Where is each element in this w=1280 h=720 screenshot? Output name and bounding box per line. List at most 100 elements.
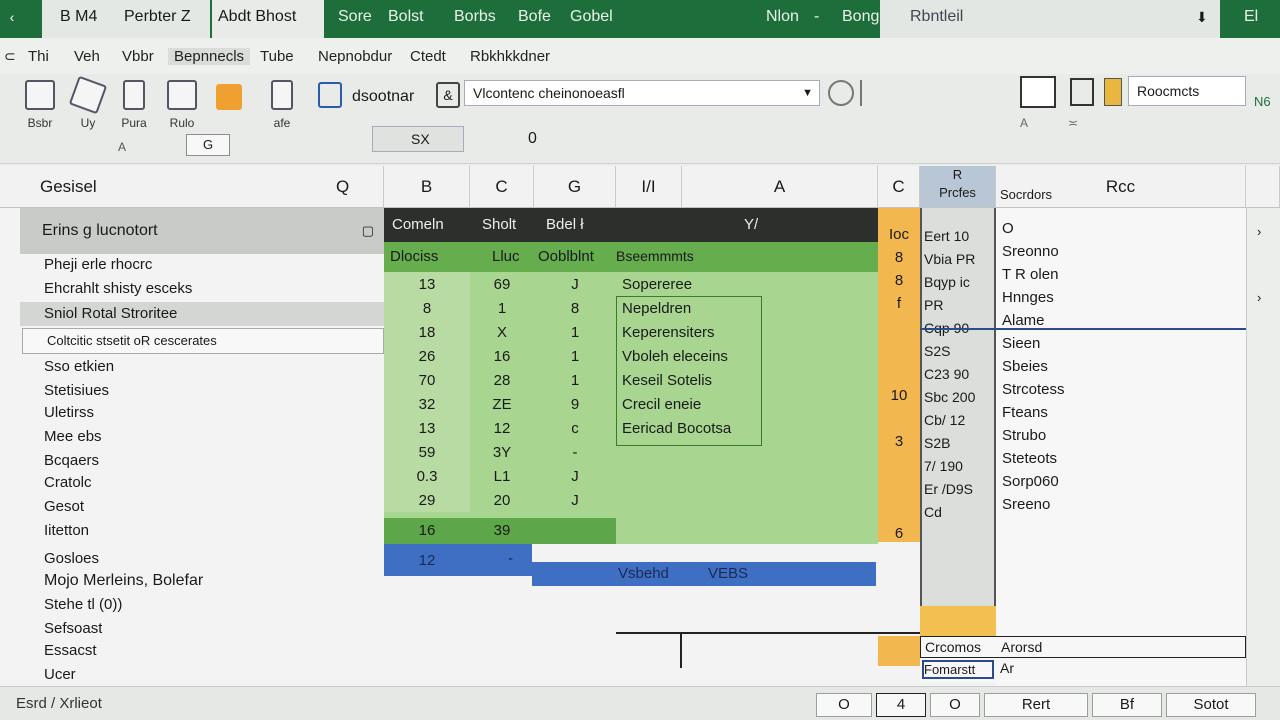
mid-cell-0[interactable]: Eert 10 [924,228,994,244]
title-item-sore[interactable]: Sore [338,0,372,38]
right-cell-11[interactable]: Sorp060 [1002,473,1242,490]
data-cell-r5-c0[interactable]: 32 [384,396,470,413]
data-cell-r6-c0[interactable]: 13 [384,420,470,437]
data-cell-r8-c1[interactable]: L1 [470,468,534,485]
menu-icon[interactable]: ⊂ [4,48,16,65]
data-cell-r2-c0[interactable]: 18 [384,324,470,341]
row-label-6[interactable]: Stetisiues [44,382,109,399]
header-cell-0[interactable]: Comeln [392,216,444,233]
mid-cell-8[interactable]: Cb/ 12 [924,412,994,428]
row-label-15[interactable]: Stehe tl (0)) [44,596,122,613]
status-btn-0[interactable]: O [816,693,872,717]
total-cell-0[interactable]: 16 [384,522,470,539]
mid-cell-3[interactable]: PR [924,297,994,313]
data-cell-r6-c2[interactable]: c [534,420,616,437]
mid-cell-11[interactable]: Er /D9S [924,481,994,497]
tool-paint[interactable]: Uy [68,75,108,130]
yellow-tag-icon[interactable] [1104,78,1122,106]
row-label-12[interactable]: Iitetton [44,522,89,539]
subheader-cell-3[interactable]: Bseemmmts [616,248,694,264]
title-item-nlon[interactable]: Nlon [766,0,799,38]
row-label-13[interactable]: Gosloes [44,550,99,567]
data-cell-r9-c1[interactable]: 20 [470,492,534,509]
menu-item-rbkhkkdner[interactable]: Rbkhkkdner [470,48,550,65]
back-arrow-icon[interactable]: ‹ [0,0,24,38]
row-label-3[interactable]: Sniol Rotal Stroritee [20,302,384,326]
col-header-c[interactable]: C [470,166,534,208]
status-btn-2[interactable]: O [930,693,980,717]
right-field[interactable]: Roocmcts [1128,76,1246,106]
tool-page[interactable]: Pura [116,80,152,130]
row-label-7[interactable]: Uletirss [44,404,94,421]
title-item-bofe[interactable]: Bofe [518,0,551,38]
menu-item-nepnobdur[interactable]: Nepnobdur [318,48,392,65]
data-cell-r0-c1[interactable]: 69 [470,276,534,293]
data-cell-r8-c0[interactable]: 0.3 [384,468,470,485]
title-item-bolst[interactable]: Bolst [388,0,424,38]
total-cell-1[interactable]: 39 [470,522,534,539]
mid-cell-5[interactable]: S2S [924,343,994,359]
data-cell-r4-c2[interactable]: 1 [534,372,616,389]
col-header-rcc[interactable]: Socrdors Rcc [996,166,1246,208]
orange-cell-2[interactable]: 8 [878,272,920,289]
right-cell-2[interactable]: T R olen [1002,266,1242,283]
row-label-9[interactable]: Bcqaers [44,452,99,469]
file-tab[interactable]: B M4 Perbter Z [42,0,210,38]
doc-tab[interactable]: Abdt Bhost [212,0,324,38]
row-label-14[interactable]: Mojo Merleins, Bolefar [44,572,203,590]
row-label-10[interactable]: Cratolc [44,474,92,491]
tool-table[interactable]: Rulo [162,80,202,130]
orange-cell-7[interactable]: 10 [878,387,920,404]
menu-item-veh[interactable]: Veh [74,48,100,65]
title-item-borbs[interactable]: Borbs [454,0,496,38]
status-btn-5[interactable]: Sotot [1166,693,1256,717]
header-cell-2[interactable]: Bdel ł [546,216,584,233]
mid-cell-1[interactable]: Vbia PR [924,251,994,267]
data-cell-r9-c2[interactable]: J [534,492,616,509]
data-cell-r5-c1[interactable]: ZE [470,396,534,413]
status-btn-3[interactable]: Rert [984,693,1088,717]
right-cell-3[interactable]: Hnnges [1002,289,1242,306]
right-cell-9[interactable]: Strubo [1002,427,1242,444]
name-header[interactable]: Gesisel Q [0,166,384,208]
data-cell-r3-c1[interactable]: 16 [470,348,534,365]
data-cell-r7-c2[interactable]: - [534,444,616,461]
data-cell-r1-c0[interactable]: 8 [384,300,470,317]
menu-item-ctedt[interactable]: Ctedt [410,48,446,65]
data-cell-r0-c0[interactable]: 13 [384,276,470,293]
orange-cell-1[interactable]: 8 [878,249,920,266]
row-label-16[interactable]: Sefsoast [44,620,102,637]
refresh-icon[interactable] [828,80,854,106]
data-cell-r3-c0[interactable]: 26 [384,348,470,365]
scroll-up-icon[interactable]: › [1257,224,1261,239]
row-label-8[interactable]: Mee ebs [44,428,102,445]
row-label-1[interactable]: Pheji erle rhocrc [44,256,152,273]
col-header-g[interactable]: G [534,166,616,208]
right-cell-4[interactable]: Alame [1002,312,1242,329]
data-cell-r0-c3[interactable]: Sopereree [622,276,772,293]
data-cell-r0-c2[interactable]: J [534,276,616,293]
mid-cell-12[interactable]: Cd [924,504,994,520]
cell-ref-box[interactable]: SX [372,126,464,152]
summary-bar-blue[interactable]: Vsbehd VEBS [532,562,876,586]
row-label-0[interactable]: Erins g lucnotort ▢ [20,208,384,254]
row-label-18[interactable]: Ucer [44,666,76,683]
subheader-cell-1[interactable]: Lluc [492,248,520,265]
row-label-2[interactable]: Ehcrahlt shisty esceks [44,280,192,297]
status-btn-1[interactable]: 4 [876,693,926,717]
title-item-gobel[interactable]: Gobel [570,0,613,38]
data-cell-r4-c0[interactable]: 70 [384,372,470,389]
header-cell-1[interactable]: Sholt [482,216,516,233]
data-cell-r4-c1[interactable]: 28 [470,372,534,389]
header-cell-3[interactable]: Y/ [744,216,758,233]
bottom-cell-row-2[interactable]: Fomarstt Ar [920,658,1246,682]
chevron-down-icon[interactable]: ▼ [802,81,813,105]
right-cell-12[interactable]: Sreeno [1002,496,1242,513]
col-header-i[interactable]: I/I [616,166,682,208]
right-cell-1[interactable]: Sreonno [1002,243,1242,260]
status-btn-4[interactable]: Bf [1092,693,1162,717]
mid-cell-7[interactable]: Sbc 200 [924,389,994,405]
col-header-r[interactable]: R Prcfes [920,166,996,208]
data-cell-r6-c1[interactable]: 12 [470,420,534,437]
subheader-cell-2[interactable]: Ooblblnt [538,248,594,265]
